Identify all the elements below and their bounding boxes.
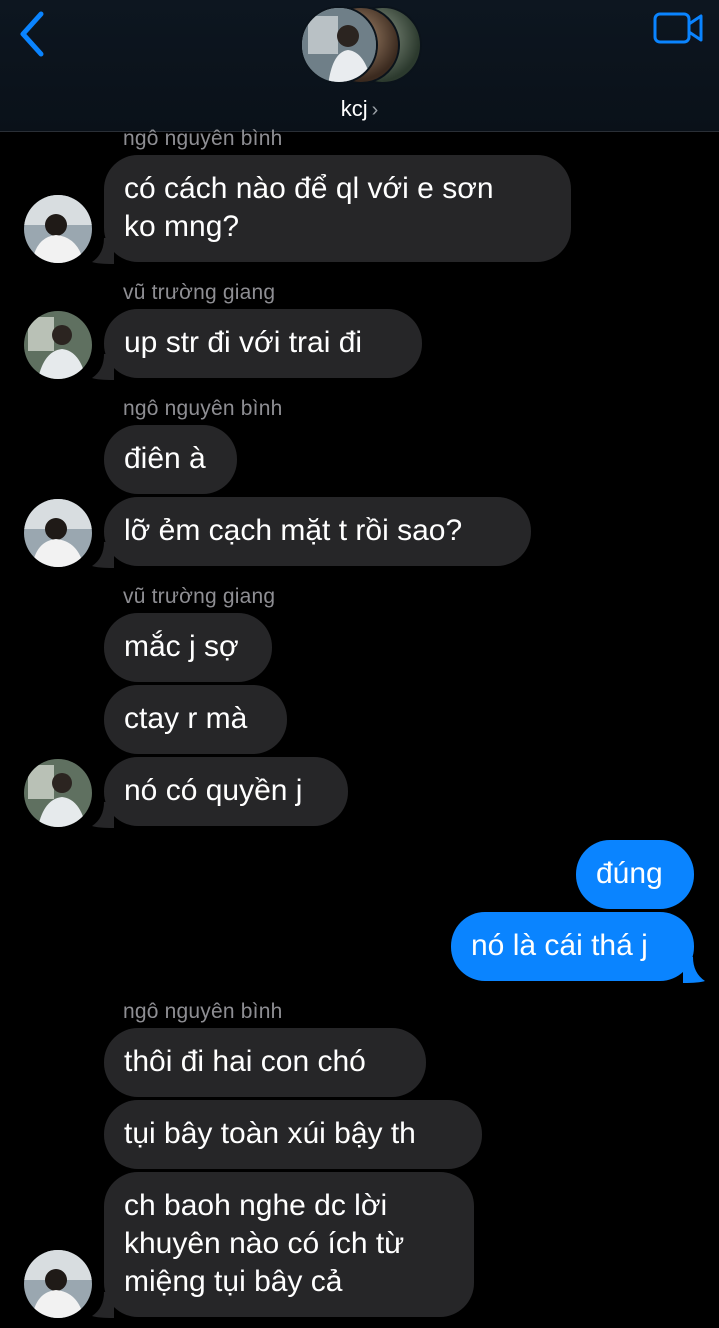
chat-header: kcj › (0, 0, 719, 132)
avatar (300, 6, 378, 84)
message-bubble[interactable]: tụi bây toàn xúi bậy th (104, 1100, 482, 1169)
sender-name: vũ trường giang (123, 281, 276, 304)
message-bubble[interactable]: nó có quyền j (104, 757, 348, 826)
video-call-button[interactable] (652, 10, 704, 46)
message-bubble[interactable]: thôi đi hai con chó (104, 1028, 426, 1097)
message-bubble[interactable]: mắc j sợ (104, 613, 272, 682)
chat-title[interactable]: kcj › (0, 96, 719, 122)
bubble-tail (92, 1292, 114, 1318)
message-bubble[interactable]: ch baoh nghe dc lời khuyên nào có ích từ… (104, 1172, 474, 1317)
video-camera-icon (653, 12, 703, 44)
bubble-tail (683, 957, 705, 983)
bubble-tail (92, 238, 114, 264)
sender-name: ngô nguyên bình (123, 127, 283, 150)
avatar (24, 311, 92, 379)
bubble-tail (92, 542, 114, 568)
avatar (24, 195, 92, 263)
group-avatar-stack[interactable] (300, 2, 424, 86)
message-bubble[interactable]: có cách nào để ql với e sơn ko mng? (104, 155, 571, 262)
message-bubble[interactable]: up str đi với trai đi (104, 309, 422, 378)
back-button[interactable] (12, 8, 52, 60)
chevron-right-icon: › (371, 99, 379, 121)
avatar (24, 759, 92, 827)
bubble-tail (92, 354, 114, 380)
avatar (24, 499, 92, 567)
sender-name: ngô nguyên bình (123, 1000, 283, 1023)
message-bubble[interactable]: điên à (104, 425, 237, 494)
sent-message-bubble[interactable]: nó là cái thá j (451, 912, 694, 981)
avatar (24, 1250, 92, 1318)
chat-name-label: kcj (340, 96, 368, 121)
sent-message-bubble[interactable]: đúng (576, 840, 694, 909)
message-bubble[interactable]: ctay r mà (104, 685, 287, 754)
bubble-tail (92, 802, 114, 828)
chevron-left-icon (20, 11, 44, 57)
sender-name: vũ trường giang (123, 585, 276, 608)
message-bubble[interactable]: lỡ ẻm cạch mặt t rồi sao? (104, 497, 531, 566)
sender-name: ngô nguyên bình (123, 397, 283, 420)
